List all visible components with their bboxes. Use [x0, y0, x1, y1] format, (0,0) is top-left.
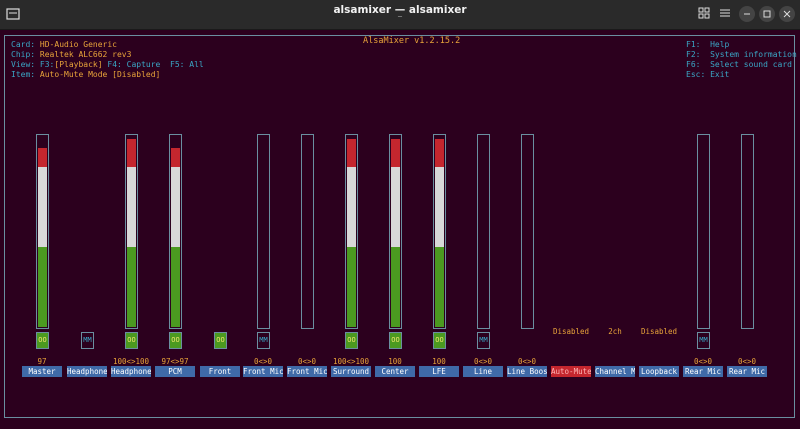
- enum-value: Disabled: [640, 327, 678, 336]
- unmuted-toggle[interactable]: OO: [125, 332, 138, 349]
- volume-level-low: [391, 247, 400, 327]
- grid-view-icon[interactable]: [696, 7, 712, 23]
- exit-key: Esc: Exit: [686, 70, 730, 79]
- channel-name[interactable]: Front Mic: [287, 366, 327, 377]
- chip-info: Chip: Realtek ALC662 rev3: [11, 50, 132, 59]
- channel-name[interactable]: Headphone: [67, 366, 107, 377]
- card-info: Card: HD-Audio Generic: [11, 40, 117, 49]
- volume-level-high: [171, 148, 180, 167]
- unmuted-toggle[interactable]: OO: [214, 332, 227, 349]
- volume-level-high: [38, 148, 47, 167]
- volume-level-low: [127, 247, 136, 327]
- muted-toggle[interactable]: MM: [81, 332, 94, 349]
- volume-level-high: [347, 139, 356, 167]
- volume-slider[interactable]: [741, 134, 754, 329]
- terminal-area[interactable]: AlsaMixer v1.2.15.2 Card: HD-Audio Gener…: [0, 30, 800, 429]
- help-key: F1: Help: [686, 40, 730, 49]
- volume-level-mid: [435, 167, 444, 247]
- volume-level-low: [435, 247, 444, 327]
- menu-icon[interactable]: [717, 7, 733, 23]
- channel-name[interactable]: LFE: [419, 366, 459, 377]
- channel-name[interactable]: Line: [463, 366, 503, 377]
- channel-name[interactable]: Line Boos: [507, 366, 547, 377]
- volume-slider[interactable]: [477, 134, 490, 329]
- muted-toggle[interactable]: MM: [477, 332, 490, 349]
- muted-toggle[interactable]: MM: [257, 332, 270, 349]
- volume-level-high: [391, 139, 400, 167]
- sysinfo-key: F2: System information: [686, 50, 797, 59]
- volume-level-low: [171, 247, 180, 327]
- maximize-icon[interactable]: [759, 6, 775, 22]
- volume-level-mid: [391, 167, 400, 247]
- volume-slider[interactable]: [125, 134, 138, 329]
- volume-level-high: [127, 139, 136, 167]
- channel-name[interactable]: Surround: [331, 366, 371, 377]
- volume-level-mid: [171, 167, 180, 247]
- unmuted-toggle[interactable]: OO: [345, 332, 358, 349]
- volume-level-high: [435, 139, 444, 167]
- channel-name[interactable]: Rear Mic: [683, 366, 723, 377]
- volume-slider[interactable]: [433, 134, 446, 329]
- channel-name[interactable]: Rear Mic: [727, 366, 767, 377]
- soundcard-key: F6: Select sound card: [686, 60, 792, 69]
- item-info: Item: Auto-Mute Mode [Disabled]: [11, 70, 161, 79]
- minimize-icon[interactable]: [739, 6, 755, 22]
- volume-level-mid: [38, 167, 47, 247]
- channel-name[interactable]: Loopback: [639, 366, 679, 377]
- volume-slider[interactable]: [697, 134, 710, 329]
- channel-name[interactable]: Headphone: [111, 366, 151, 377]
- window-titlebar[interactable]: alsamixer — alsamixer ‾: [0, 0, 800, 30]
- volume-slider[interactable]: [521, 134, 534, 329]
- enum-value: Disabled: [552, 327, 590, 336]
- volume-slider[interactable]: [36, 134, 49, 329]
- unmuted-toggle[interactable]: OO: [389, 332, 402, 349]
- unmuted-toggle[interactable]: OO: [169, 332, 182, 349]
- new-tab-icon[interactable]: [5, 7, 21, 23]
- volume-level-low: [347, 247, 356, 327]
- close-icon[interactable]: [779, 6, 795, 22]
- unmuted-toggle[interactable]: OO: [36, 332, 49, 349]
- volume-level-mid: [347, 167, 356, 247]
- channel-name[interactable]: Front: [200, 366, 240, 377]
- volume-level-low: [38, 247, 47, 327]
- volume-slider[interactable]: [345, 134, 358, 329]
- volume-level-mid: [127, 167, 136, 247]
- channel-name[interactable]: Master: [22, 366, 62, 377]
- enum-value: 2ch: [608, 327, 622, 336]
- mixer-header: AlsaMixer v1.2.15.2: [360, 36, 464, 46]
- channel-name[interactable]: Auto-Mute: [551, 366, 591, 377]
- channel-name[interactable]: Center: [375, 366, 415, 377]
- volume-slider[interactable]: [169, 134, 182, 329]
- volume-slider[interactable]: [389, 134, 402, 329]
- channel-name[interactable]: Front Mic: [243, 366, 283, 377]
- volume-slider[interactable]: [257, 134, 270, 329]
- channel-name[interactable]: Channel M: [595, 366, 635, 377]
- window-subtitle: ‾: [398, 15, 402, 24]
- muted-toggle[interactable]: MM: [697, 332, 710, 349]
- volume-slider[interactable]: [301, 134, 314, 329]
- view-info: View: F3:[Playback] F4: Capture F5: All: [11, 60, 204, 69]
- channel-name[interactable]: PCM: [155, 366, 195, 377]
- unmuted-toggle[interactable]: OO: [433, 332, 446, 349]
